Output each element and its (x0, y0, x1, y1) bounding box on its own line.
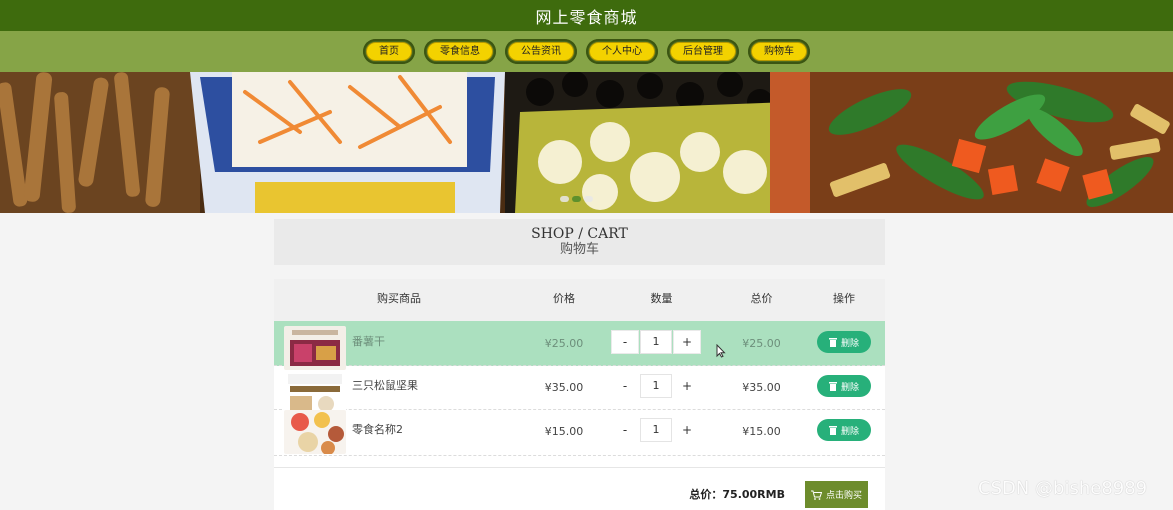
product-thumbnail[interactable] (284, 370, 346, 414)
nav-item-news[interactable]: 公告资讯 (505, 39, 577, 64)
cart-footer: 总价：75.00RMB 点击购买 (274, 467, 885, 510)
site-header: 网上零食商城 (0, 0, 1173, 31)
nav-item-label: 零食信息 (427, 42, 493, 61)
watermark: CSDN @bishe8989 (978, 478, 1148, 499)
product-name[interactable]: 零食名称2 (352, 421, 403, 437)
site-title: 网上零食商城 (535, 7, 638, 27)
increase-button[interactable]: + (673, 374, 701, 398)
product-price: ¥15.00 (544, 425, 584, 438)
carousel-dot[interactable] (584, 196, 593, 202)
delete-button[interactable]: 删除 (817, 375, 871, 397)
table-row: 番薯干 ¥25.00 - 1 + ¥25.00 删除 (274, 321, 885, 370)
column-header-qty: 数量 (650, 292, 673, 305)
decrease-button[interactable]: - (611, 330, 639, 354)
table-row: 零食名称2 ¥15.00 - 1 + ¥15.00 删除 (274, 409, 885, 456)
banner-image (0, 72, 1173, 213)
trash-icon (828, 425, 837, 435)
product-thumbnail[interactable] (284, 410, 346, 454)
nav-item-label: 个人中心 (589, 42, 655, 61)
section-title-en: SHOP / CART (531, 226, 628, 242)
product-name[interactable]: 三只松鼠坚果 (352, 377, 418, 393)
delete-button[interactable]: 删除 (817, 419, 871, 441)
nav-item-label: 购物车 (751, 42, 807, 61)
product-name[interactable]: 番薯干 (352, 333, 385, 349)
section-heading: SHOP / CART 购物车 (274, 219, 885, 265)
quantity-stepper: - 1 + (611, 330, 701, 354)
banner-carousel[interactable] (0, 72, 1173, 213)
table-row: 三只松鼠坚果 ¥35.00 - 1 + ¥35.00 删除 (274, 365, 885, 414)
column-header-op: 操作 (833, 292, 855, 305)
decrease-button[interactable]: - (611, 418, 639, 442)
column-header-total: 总价 (750, 292, 773, 305)
delete-button[interactable]: 删除 (817, 331, 871, 353)
nav-item-snacks[interactable]: 零食信息 (424, 39, 496, 64)
carousel-dot[interactable] (572, 196, 581, 202)
row-total: ¥15.00 (742, 425, 781, 438)
product-price: ¥25.00 (544, 337, 584, 350)
nav-item-admin[interactable]: 后台管理 (667, 39, 739, 64)
product-price: ¥35.00 (544, 381, 584, 394)
cart-table: 购买商品 价格 数量 总价 操作 番薯干 ¥25.00 - 1 + ¥25.00… (274, 279, 885, 510)
nav-item-home[interactable]: 首页 (363, 39, 415, 64)
buy-button[interactable]: 点击购买 (805, 481, 868, 508)
quantity-stepper: - 1 + (611, 374, 701, 398)
column-header-price: 价格 (553, 292, 575, 305)
quantity-stepper: - 1 + (611, 418, 701, 442)
quantity-input[interactable]: 1 (640, 330, 672, 354)
row-total: ¥35.00 (742, 381, 781, 394)
product-thumbnail[interactable] (284, 326, 346, 370)
cart-table-header: 购买商品 价格 数量 总价 操作 (274, 279, 885, 321)
nav-item-profile[interactable]: 个人中心 (586, 39, 658, 64)
delete-label: 删除 (840, 382, 859, 393)
column-header-goods: 购买商品 (377, 292, 421, 305)
quantity-input[interactable]: 1 (640, 374, 672, 398)
nav-item-cart[interactable]: 购物车 (748, 39, 810, 64)
mouse-cursor-icon (716, 344, 726, 358)
cart-icon (810, 490, 822, 500)
nav-item-label: 公告资讯 (508, 42, 574, 61)
trash-icon (828, 381, 837, 391)
increase-button[interactable]: + (673, 418, 701, 442)
nav-item-label: 首页 (366, 42, 412, 61)
increase-button[interactable]: + (673, 330, 701, 354)
quantity-input[interactable]: 1 (640, 418, 672, 442)
row-total: ¥25.00 (742, 337, 781, 350)
section-title-zh: 购物车 (559, 242, 599, 257)
carousel-dot[interactable] (560, 196, 569, 202)
nav-item-label: 后台管理 (670, 42, 736, 61)
carousel-indicators (560, 196, 593, 202)
delete-label: 删除 (840, 426, 859, 437)
main-nav: 首页 零食信息 公告资讯 个人中心 后台管理 购物车 (0, 31, 1173, 72)
delete-label: 删除 (840, 338, 859, 349)
decrease-button[interactable]: - (611, 374, 639, 398)
trash-icon (828, 337, 837, 347)
buy-label: 点击购买 (825, 491, 862, 501)
cart-total: 总价：75.00RMB (689, 488, 785, 501)
